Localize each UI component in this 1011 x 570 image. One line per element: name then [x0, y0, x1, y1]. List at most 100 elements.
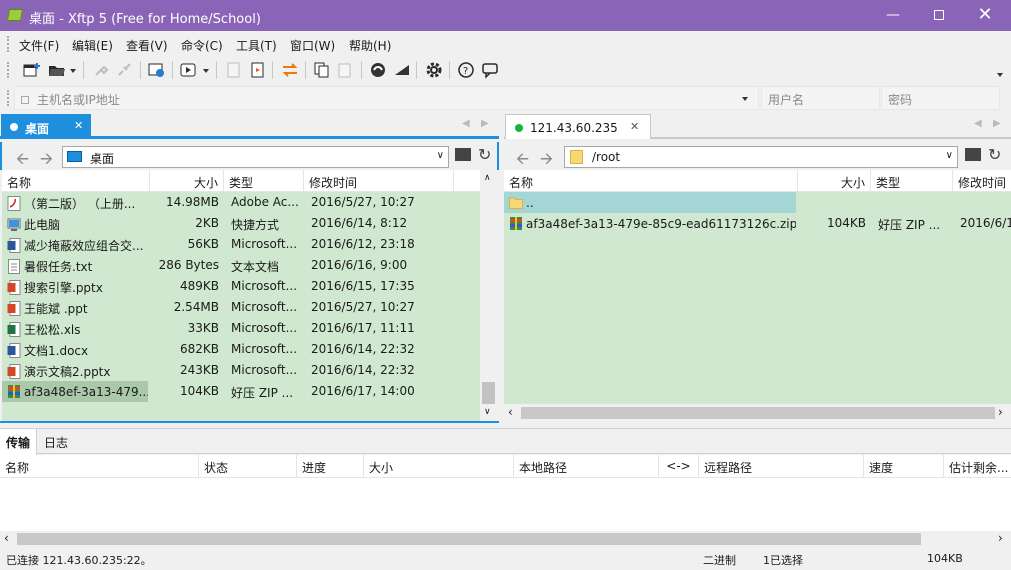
tab-desktop[interactable]: 桌面 ✕ [1, 114, 91, 139]
file-size: 14.98MB [166, 195, 219, 209]
help-icon[interactable]: ? [456, 61, 476, 79]
disconnect-icon[interactable] [115, 61, 135, 79]
scroll-down-icon[interactable]: ∨ [484, 407, 491, 417]
col-direction[interactable]: <-> [659, 455, 699, 478]
username-input[interactable]: 用户名 [761, 86, 880, 110]
password-input[interactable]: 密码 [881, 86, 1000, 110]
open-dropdown-icon[interactable] [70, 69, 76, 73]
transfer-hscroll-thumb[interactable] [17, 533, 921, 545]
close-button[interactable]: ✕ [962, 0, 1008, 31]
col-local-path[interactable]: 本地路径 [514, 455, 659, 478]
xshell-icon[interactable] [368, 61, 388, 79]
zip-icon [8, 385, 20, 398]
file-row[interactable]: af3a48ef-3a13-479... 104KB 好压 ZIP ... 2016/… [2, 381, 480, 402]
tab-next-icon[interactable]: ▶ [481, 118, 489, 129]
host-dropdown-icon[interactable] [742, 97, 748, 101]
tab-prev-icon[interactable]: ◀ [462, 118, 470, 129]
open-folder-icon[interactable] [47, 61, 67, 79]
menu-command[interactable]: 命令(C) [181, 37, 223, 54]
scroll-up-icon[interactable]: ∧ [484, 173, 491, 183]
file-row[interactable]: .. [504, 192, 1011, 213]
file-row[interactable]: 搜索引擎.pptx 489KB Microsoft... 2016/6/15, 17:… [2, 276, 480, 297]
col-modified[interactable]: 修改时间 [953, 170, 1011, 192]
path-dropdown-icon[interactable]: ∨ [437, 150, 444, 161]
scroll-left-icon[interactable]: ‹ [4, 531, 9, 545]
col-transfer-name[interactable]: 名称 [0, 455, 199, 478]
host-input[interactable]: 主机名或IP地址 [14, 86, 759, 110]
upload-icon[interactable] [248, 61, 268, 79]
menu-window[interactable]: 窗口(W) [290, 37, 335, 54]
tab-prev-icon[interactable]: ◀ [974, 118, 982, 129]
right-horizontal-scrollbar[interactable]: ‹ › [504, 404, 1011, 422]
col-remote-path[interactable]: 远程路径 [699, 455, 864, 478]
right-path-input[interactable]: /root ∨ [564, 146, 958, 168]
file-row[interactable]: 王松松.xls 33KB Microsoft... 2016/6/17, 11:11 [2, 318, 480, 339]
file-row[interactable]: 演示文稿2.pptx 243KB Microsoft... 2016/6/14, 22… [2, 360, 480, 381]
new-session-icon[interactable] [22, 61, 42, 79]
connect-icon[interactable] [92, 61, 112, 79]
col-progress[interactable]: 进度 [297, 455, 364, 478]
tab-transfers[interactable]: 传输 [0, 429, 38, 455]
xmanager-icon[interactable] [392, 61, 412, 79]
file-row[interactable]: 减少掩蔽效应组合交... 56KB Microsoft... 2016/6/12, 2… [2, 234, 480, 255]
session-properties-icon[interactable] [147, 61, 167, 79]
col-type[interactable]: 类型 [871, 170, 953, 192]
copy-icon[interactable] [312, 61, 332, 79]
file-row[interactable]: af3a48ef-3a13-479e-85c9-ead61173126c.zip… [504, 213, 1011, 234]
col-size[interactable]: 大小 [798, 170, 871, 192]
paste-icon[interactable] [336, 61, 356, 79]
left-vertical-scrollbar[interactable]: ∧ ∨ [480, 170, 497, 422]
menu-view[interactable]: 查看(V) [126, 37, 168, 54]
transfer-horizontal-scrollbar[interactable]: ‹ › [0, 531, 1011, 547]
minimize-button[interactable]: — [870, 0, 916, 31]
col-name[interactable]: 名称 [2, 170, 150, 192]
col-type[interactable]: 类型 [224, 170, 304, 192]
feedback-icon[interactable] [480, 61, 500, 79]
left-scroll-thumb[interactable] [482, 382, 495, 404]
col-eta[interactable]: 估计剩余... [944, 455, 1011, 478]
refresh-icon[interactable]: ↻ [988, 145, 1001, 164]
file-modified: 2016/6/14, 22:32 [311, 363, 415, 377]
transfer-mode-icon[interactable] [179, 61, 199, 79]
left-path-input[interactable]: 桌面 ∨ [62, 146, 449, 168]
col-size[interactable]: 大小 [150, 170, 224, 192]
shortcut-icon [7, 218, 21, 231]
scroll-right-icon[interactable]: › [998, 405, 1003, 419]
maximize-button[interactable] [916, 0, 962, 31]
file-row[interactable]: 王能斌 .ppt 2.54MB Microsoft... 2016/5/27, 10:… [2, 297, 480, 318]
close-tab-icon[interactable]: ✕ [74, 119, 83, 132]
right-file-list[interactable]: .. af3a48ef-3a13-479e-85c9-ead61173126c.z… [504, 192, 1011, 404]
folder-up-icon[interactable] [455, 148, 471, 161]
tab-remote-host[interactable]: 121.43.60.235 ✕ [505, 114, 651, 139]
col-modified[interactable]: 修改时间 [304, 170, 454, 192]
menu-tools[interactable]: 工具(T) [236, 37, 277, 54]
menu-help[interactable]: 帮助(H) [349, 37, 391, 54]
refresh-icon[interactable]: ↻ [478, 145, 491, 164]
file-row[interactable]: 暑假任务.txt 286 Bytes 文本文档 2016/6/16, 9:00 [2, 255, 480, 276]
path-dropdown-icon[interactable]: ∨ [946, 150, 953, 161]
transfer-list[interactable] [0, 478, 1011, 531]
close-tab-icon[interactable]: ✕ [630, 120, 639, 133]
sync-icon[interactable] [280, 61, 300, 79]
col-speed[interactable]: 速度 [864, 455, 944, 478]
col-status[interactable]: 状态 [199, 455, 297, 478]
scroll-left-icon[interactable]: ‹ [508, 405, 513, 419]
toolbar-overflow-icon[interactable] [997, 73, 1003, 77]
file-row[interactable]: 此电脑 2KB 快捷方式 2016/6/14, 8:12 [2, 213, 480, 234]
right-hscroll-thumb[interactable] [521, 407, 995, 419]
file-row[interactable]: （第二版） （上册... 14.98MB Adobe Ac... 2016/5/27,… [2, 192, 480, 213]
settings-gear-icon[interactable] [424, 61, 444, 79]
menu-file[interactable]: 文件(F) [19, 37, 59, 54]
file-row[interactable]: 文档1.docx 682KB Microsoft... 2016/6/14, 22:3… [2, 339, 480, 360]
tab-log[interactable]: 日志 [38, 429, 74, 455]
col-transfer-size[interactable]: 大小 [364, 455, 514, 478]
left-file-list[interactable]: （第二版） （上册... 14.98MB Adobe Ac... 2016/5/27,… [2, 192, 480, 422]
left-path-text: 桌面 [90, 152, 115, 166]
col-name[interactable]: 名称 [504, 170, 798, 192]
download-icon[interactable] [224, 61, 244, 79]
scroll-right-icon[interactable]: › [998, 531, 1003, 545]
menu-edit[interactable]: 编辑(E) [72, 37, 113, 54]
transfer-mode-dropdown-icon[interactable] [203, 69, 209, 73]
tab-next-icon[interactable]: ▶ [993, 118, 1001, 129]
folder-up-icon[interactable] [965, 148, 981, 161]
